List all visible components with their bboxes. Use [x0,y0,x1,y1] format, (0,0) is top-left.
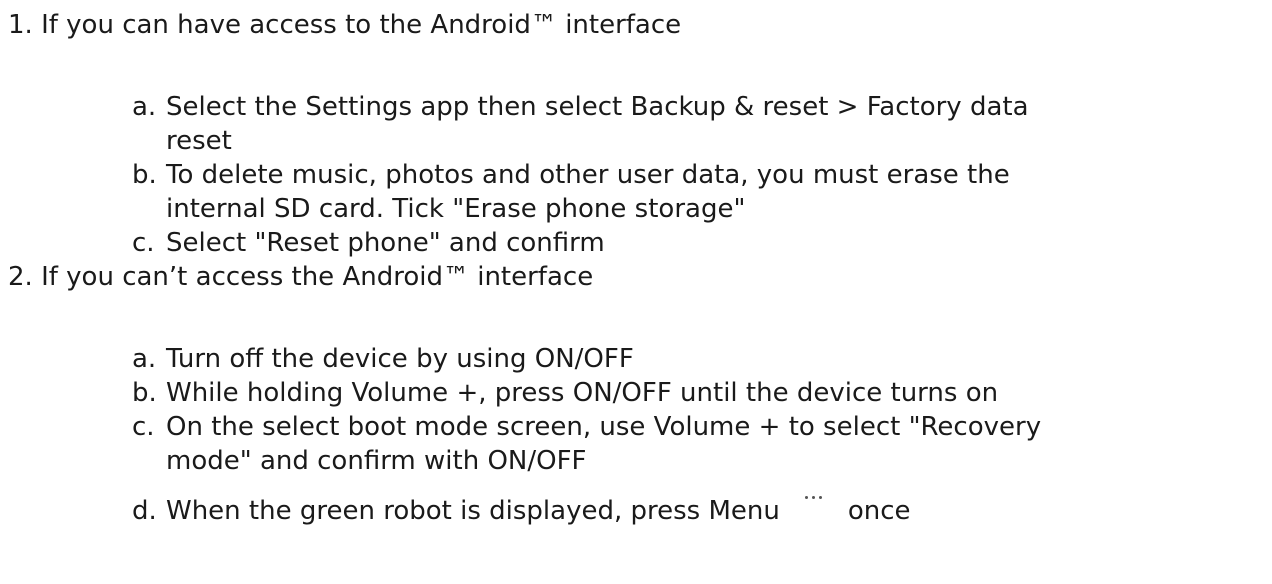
step-1-number: 1. [8,10,33,40]
item-letter: c. [132,412,155,442]
item-text-line-2: reset [166,126,232,156]
item-letter: d. [132,496,157,526]
step-1-title: If you can have access to the Android™ i… [41,10,682,40]
instructions-document: 1. If you can have access to the Android… [0,0,1272,584]
item-text-line-1: While holding Volume +, press ON/OFF unt… [166,378,999,408]
item-text-line-1: Select "Reset phone" and confirm [166,228,605,258]
item-text-line-2: mode" and confirm with ON/OFF [166,446,587,476]
step-2-item-c: c. On the select boot mode screen, use Vo… [132,410,1262,478]
item-text-line-1: On the select boot mode screen, use Volu… [166,412,1042,442]
step-2-number: 2. [8,262,33,292]
item-letter: a. [132,92,157,122]
step-1-item-a: a. Select the Settings app then select Ba… [132,90,1262,158]
item-text-line-1: Turn off the device by using ON/OFF [166,344,634,374]
item-letter: b. [132,160,157,190]
step-2-item-b: b. While holding Volume +, press ON/OFF u… [132,376,1262,410]
step-2-title: If you can’t access the Android™ interfa… [41,262,594,292]
item-letter: a. [132,344,157,374]
step-2-heading: 2. If you can’t access the Android™ inte… [8,260,593,294]
item-text-before-icon: When the green robot is displayed, press… [166,496,780,526]
item-letter: c. [132,228,155,258]
item-text-after-icon: once [847,496,911,526]
item-text-line-1: Select the Settings app then select Back… [166,92,1029,122]
item-letter: b. [132,378,157,408]
item-text-line-2: internal SD card. Tick "Erase phone stor… [166,194,746,224]
step-2-item-d: d. When the green robot is displayed, pre… [132,494,1262,528]
step-2-item-a: a. Turn off the device by using ON/OFF [132,342,1262,376]
step-1-item-c: c. Select "Reset phone" and confirm [132,226,1262,260]
step-1-heading: 1. If you can have access to the Android… [8,8,681,42]
menu-dots-icon [794,494,834,528]
item-text-line-1: To delete music, photos and other user d… [166,160,1010,190]
step-1-item-b: b. To delete music, photos and other user… [132,158,1262,226]
